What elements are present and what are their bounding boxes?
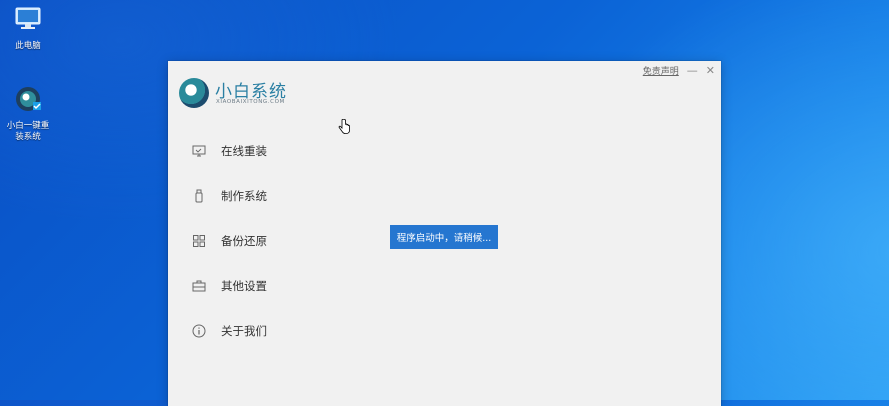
backup-grid-icon [192, 234, 206, 248]
toolbox-icon [192, 279, 206, 293]
sidebar-nav: 在线重装 制作系统 备份还原 其他设置 关于我们 [192, 137, 322, 353]
disclaimer-link[interactable]: 免责声明 [643, 64, 679, 77]
sidebar-item-backup-restore[interactable]: 备份还原 [192, 218, 322, 263]
desktop-icon-label: 小白一键重 装系统 [6, 121, 50, 142]
xiaobai-app-icon [0, 84, 56, 118]
desktop-icon-label: 此电脑 [15, 41, 41, 51]
loading-status-toast: 程序启动中，请稍候... [390, 225, 498, 249]
sidebar-item-label: 制作系统 [221, 188, 267, 203]
computer-icon [0, 4, 56, 38]
sidebar-item-about-us[interactable]: 关于我们 [192, 308, 322, 353]
sidebar-item-online-reinstall[interactable]: 在线重装 [192, 128, 322, 173]
sidebar-item-label: 备份还原 [221, 233, 267, 248]
usb-drive-icon [192, 189, 206, 203]
sidebar-item-label: 在线重装 [221, 143, 267, 158]
sidebar-item-label: 其他设置 [221, 278, 267, 293]
logo-subtitle: XIAOBAIXITONG.COM [216, 99, 285, 105]
sidebar-item-label: 关于我们 [221, 323, 267, 338]
sidebar-item-make-system[interactable]: 制作系统 [192, 173, 322, 218]
title-bar-controls: 免责声明 — ✕ [643, 64, 715, 77]
logo-mark-icon [179, 78, 209, 108]
xiaobai-app-window: 小白系统 XIAOBAIXITONG.COM 免责声明 — ✕ 在线重装 制作系… [168, 61, 721, 406]
info-icon [192, 324, 206, 338]
sidebar-item-other-settings[interactable]: 其他设置 [192, 263, 322, 308]
mouse-cursor-icon [338, 118, 350, 139]
monitor-icon [192, 144, 206, 158]
close-button[interactable]: ✕ [706, 65, 715, 76]
app-logo: 小白系统 XIAOBAIXITONG.COM [179, 75, 319, 111]
desktop-icon-this-pc[interactable]: 此电脑 [0, 4, 56, 52]
desktop-icon-xiaobai[interactable]: 小白一键重 装系统 [0, 84, 56, 143]
minimize-button[interactable]: — [687, 65, 698, 76]
